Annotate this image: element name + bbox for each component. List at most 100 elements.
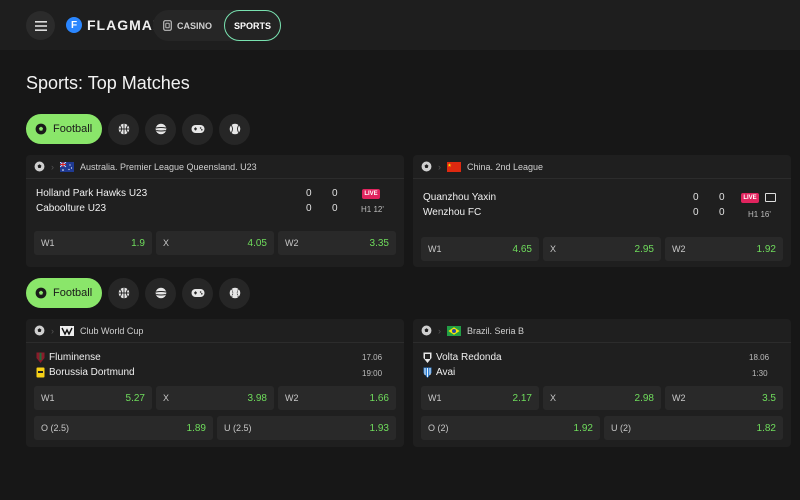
team-away: Wenzhou FC [423,207,482,218]
odds-x-button[interactable]: X 2.98 [543,386,661,410]
odds-row: W1 2.17 X 2.98 W2 3.5 [421,386,783,410]
odds-x-button[interactable]: X 4.05 [156,231,274,255]
score-home-period: 0 [719,192,725,203]
stream-tv-icon[interactable] [765,193,776,202]
casino-cards-icon [163,20,172,31]
page-title: Sports: Top Matches [26,73,190,93]
logo-mark-icon: F [66,17,82,33]
football-filter-button[interactable]: Football [26,278,103,308]
team-away: Avai [423,367,455,378]
china-flag-icon [447,161,461,172]
brazil-flag-icon [447,325,461,336]
team-away: Caboolture U23 [36,203,107,214]
match-time: H1 12' [361,205,384,214]
esports-filter-button[interactable] [182,113,214,145]
league-name: Australia. Premier League Queensland. U2… [80,161,257,172]
odds-label: W2 [672,393,686,403]
odds-label: W2 [285,393,299,403]
gamepad-icon [191,125,205,133]
nav-sports-button[interactable]: SPORTS [224,10,281,41]
odds-x-button[interactable]: X 2.95 [543,237,661,261]
odds-value: 1.92 [756,243,776,255]
score-away-total: 0 [306,203,312,214]
odds-value: 3.98 [247,392,267,404]
match-kickoff: 1:30 [752,369,768,378]
avai-crest-icon [423,367,432,378]
tennis-filter-button[interactable] [219,113,251,145]
separator: › [438,325,441,336]
basketball-icon [118,287,129,299]
nav-casino-button[interactable]: CASINO [153,10,225,41]
odds-row: W1 5.27 X 3.98 W2 1.66 [34,386,396,410]
match-card[interactable]: › Club World Cup Fluminense Borussia Dor… [26,319,404,447]
odds-label: U (2) [611,423,631,433]
odds-label: W2 [672,244,686,254]
separator: › [438,161,441,172]
odds-over-button[interactable]: O (2) 1.92 [421,416,600,440]
odds-under-button[interactable]: U (2) 1.82 [604,416,783,440]
league-name: Brazil. Seria B [467,325,525,336]
sport-filter-row: Football [26,277,251,309]
odds-x-button[interactable]: X 3.98 [156,386,274,410]
menu-button[interactable] [26,11,55,40]
odds-w1-button[interactable]: W1 2.17 [421,386,539,410]
odds-value: 2.95 [634,243,654,255]
odds-value: 1.66 [369,392,389,404]
flagman-logo[interactable]: F FLAGMAN [66,14,164,36]
odds-w2-button[interactable]: W2 3.5 [665,386,783,410]
odds-value: 3.35 [369,237,389,249]
odds-w2-button[interactable]: W2 3.35 [278,231,396,255]
basketball-filter-button[interactable] [108,113,140,145]
odds-under-button[interactable]: U (2.5) 1.93 [217,416,396,440]
baseball-icon [229,287,240,299]
football-filter-label: Football [53,287,93,299]
nav-sports-label: SPORTS [233,20,271,31]
teams-block: Fluminense Borussia Dortmund 17.06 19:00 [26,343,404,379]
odds-value: 1.92 [573,422,593,434]
hamburger-icon [34,20,47,31]
odds-w2-button[interactable]: W2 1.92 [665,237,783,261]
score-home-total: 0 [306,188,312,199]
odds-w2-button[interactable]: W2 1.66 [278,386,396,410]
match-card[interactable]: › Brazil. Seria B Volta Redonda Avai 18.… [413,319,791,447]
odds-value: 1.9 [131,237,145,249]
volleyball-filter-button[interactable] [145,277,177,309]
football-icon [34,161,45,172]
odds-row: W1 4.65 X 2.95 W2 1.92 [421,237,783,261]
odds-w1-button[interactable]: W1 5.27 [34,386,152,410]
totals-row: O (2) 1.92 U (2) 1.82 [421,416,783,440]
odds-over-button[interactable]: O (2.5) 1.89 [34,416,213,440]
football-filter-button[interactable]: Football [26,114,103,144]
totals-row: O (2.5) 1.89 U (2.5) 1.93 [34,416,396,440]
odds-value: 4.05 [247,237,267,249]
odds-label: X [550,393,557,403]
teams-block: Holland Park Hawks U23 Caboolture U23 0 … [26,179,404,219]
basketball-filter-button[interactable] [108,277,140,309]
volta-redonda-crest-icon [423,352,432,363]
odds-w1-button[interactable]: W1 1.9 [34,231,152,255]
volleyball-filter-button[interactable] [145,113,177,145]
league-header: › Club World Cup [26,319,404,343]
match-kickoff: 19:00 [362,369,383,378]
team-home: Fluminense [36,352,101,363]
match-date: 17.06 [362,353,383,362]
league-header: › China. 2nd League [413,155,791,179]
odds-value: 3.5 [762,392,776,404]
volleyball-icon [155,123,166,135]
odds-label: X [550,244,557,254]
team-home: Quanzhou Yaxin [423,192,497,203]
tennis-ball-icon [229,123,240,135]
match-card[interactable]: › China. 2nd League Quanzhou Yaxin Wenzh… [413,155,791,267]
esports-filter-button[interactable] [182,277,214,309]
football-icon [421,161,432,172]
match-card[interactable]: › Australia. Premier League Queensland. … [26,155,404,267]
baseball-filter-button[interactable] [219,277,251,309]
score-home-total: 0 [693,192,699,203]
odds-w1-button[interactable]: W1 4.65 [421,237,539,261]
team-away: Borussia Dortmund [36,367,135,378]
odds-value: 2.17 [512,392,532,404]
football-icon [35,287,47,299]
match-time: H1 16' [748,210,771,219]
score-away-period: 0 [719,207,725,218]
odds-value: 5.27 [125,392,145,404]
